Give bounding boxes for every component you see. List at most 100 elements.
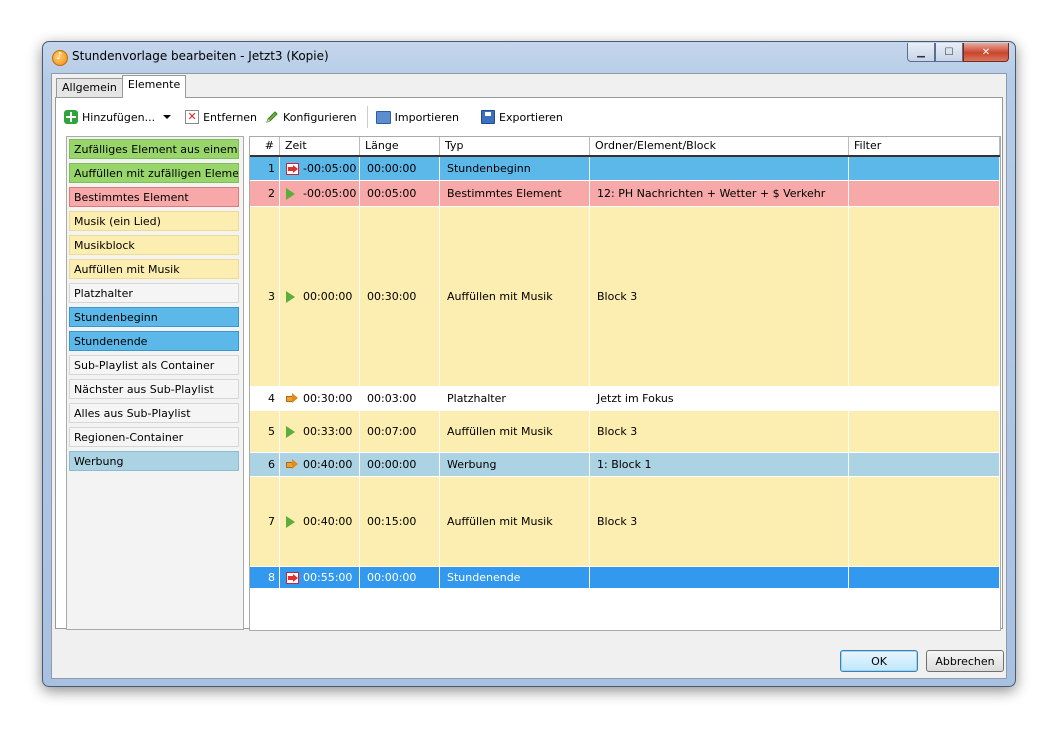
remove-icon: ✕ bbox=[185, 110, 200, 124]
table-row[interactable]: 7 00:40:00 00:15:00 Auffüllen mit Musik Bloc… bbox=[250, 477, 1000, 567]
export-button[interactable]: Exportieren bbox=[481, 107, 563, 127]
palette-item[interactable]: Nächster aus Sub-Playlist bbox=[69, 379, 239, 399]
cell-laenge: 00:03:00 bbox=[360, 387, 440, 410]
palette-item[interactable]: Auffüllen mit Musik bbox=[69, 259, 239, 279]
table-row[interactable]: 6 00:40:00 00:00:00 Werbung 1: Block 1 bbox=[250, 453, 1000, 477]
cell-laenge: 00:07:00 bbox=[360, 411, 440, 452]
cell-num: 3 bbox=[250, 207, 280, 386]
column-header[interactable]: Typ bbox=[440, 137, 590, 155]
palette-item[interactable]: Stundenbeginn bbox=[69, 307, 239, 327]
cell-ordner: Block 3 bbox=[590, 207, 849, 386]
caption-buttons: ▁ ☐ ✕ bbox=[907, 43, 1009, 63]
palette-item[interactable]: Bestimmtes Element bbox=[69, 187, 239, 207]
cell-filter bbox=[849, 477, 1000, 566]
toolbar: Hinzufügen... ✕ Entfernen Konfigurieren bbox=[64, 106, 571, 128]
cell-laenge: 00:00:00 bbox=[360, 453, 440, 476]
remove-label: Entfernen bbox=[203, 110, 258, 124]
tab-elemente[interactable]: Elemente bbox=[121, 75, 187, 98]
cell-zeit-text: 00:00:00 bbox=[303, 290, 353, 303]
play-green-icon bbox=[286, 425, 298, 438]
cell-laenge: 00:00:00 bbox=[360, 567, 440, 588]
cell-filter bbox=[849, 181, 1000, 206]
palette-item[interactable]: Zufälliges Element aus einem be... bbox=[69, 139, 239, 159]
cell-filter bbox=[849, 387, 1000, 410]
cell-laenge: 00:00:00 bbox=[360, 157, 440, 180]
cell-zeit: 00:40:00 bbox=[280, 453, 360, 476]
table-row[interactable]: 1 -00:05:00 00:00:00 Stundenbeginn bbox=[250, 157, 1000, 181]
table-row[interactable]: 8 00:55:00 00:00:00 Stundenende bbox=[250, 567, 1000, 589]
palette-item[interactable]: Musikblock bbox=[69, 235, 239, 255]
column-header[interactable]: Ordner/Element/Block bbox=[590, 137, 849, 155]
chevron-down-icon[interactable] bbox=[163, 115, 172, 119]
cell-num-text: 1 bbox=[268, 162, 275, 175]
cell-typ-text: Auffüllen mit Musik bbox=[447, 290, 553, 303]
palette-item[interactable]: Alles aus Sub-Playlist bbox=[69, 403, 239, 423]
import-button[interactable]: Importieren bbox=[375, 107, 459, 127]
cell-num-text: 4 bbox=[268, 392, 275, 405]
cell-zeit-text: -00:05:00 bbox=[303, 162, 357, 175]
column-header[interactable]: Filter bbox=[849, 137, 1000, 155]
table-row[interactable]: 3 00:00:00 00:30:00 Auffüllen mit Musik Bloc… bbox=[250, 207, 1000, 387]
cell-typ-text: Werbung bbox=[447, 458, 497, 471]
cell-ordner-text: Block 3 bbox=[597, 515, 638, 528]
add-icon bbox=[64, 110, 78, 124]
palette-item[interactable]: Werbung bbox=[69, 451, 239, 471]
arrow-orange-icon bbox=[286, 392, 298, 405]
cell-num: 7 bbox=[250, 477, 280, 566]
cell-typ: Auffüllen mit Musik bbox=[440, 411, 590, 452]
cell-laenge-text: 00:03:00 bbox=[367, 392, 417, 405]
table-row[interactable]: 4 00:30:00 00:03:00 Platzhalter Jetzt im Fok… bbox=[250, 387, 1000, 411]
cell-ordner-text: 1: Block 1 bbox=[597, 458, 652, 471]
app-icon: ♪ bbox=[52, 50, 68, 66]
cell-zeit-text: 00:55:00 bbox=[303, 571, 353, 584]
cell-zeit-text: 00:40:00 bbox=[303, 458, 353, 471]
cell-typ: Auffüllen mit Musik bbox=[440, 207, 590, 386]
dialog-window: ♪ Stundenvorlage bearbeiten - Jetzt3 (Ko… bbox=[42, 41, 1016, 687]
ok-button[interactable]: OK bbox=[840, 650, 918, 672]
configure-button[interactable]: Konfigurieren bbox=[265, 107, 357, 127]
cancel-button[interactable]: Abbrechen bbox=[926, 650, 1004, 672]
table-row[interactable]: 2 -00:05:00 00:05:00 Bestimmtes Element 12: … bbox=[250, 181, 1000, 207]
maximize-button[interactable]: ☐ bbox=[935, 43, 963, 62]
palette-item[interactable]: Sub-Playlist als Container bbox=[69, 355, 239, 375]
palette-item[interactable]: Auffüllen mit zufälligen Elementen bbox=[69, 163, 239, 183]
palette-item[interactable]: Stundenende bbox=[69, 331, 239, 351]
column-header[interactable]: Länge bbox=[360, 137, 440, 155]
cell-ordner: Block 3 bbox=[590, 477, 849, 566]
palette-item[interactable]: Platzhalter bbox=[69, 283, 239, 303]
cell-typ-text: Stundenbeginn bbox=[447, 162, 531, 175]
close-button[interactable]: ✕ bbox=[963, 43, 1009, 62]
remove-button[interactable]: ✕ Entfernen bbox=[185, 107, 257, 127]
pencil-icon bbox=[266, 111, 278, 123]
cell-zeit: 00:40:00 bbox=[280, 477, 360, 566]
cell-num: 1 bbox=[250, 157, 280, 180]
minimize-button[interactable]: ▁ bbox=[907, 43, 935, 62]
cell-ordner: Block 3 bbox=[590, 411, 849, 452]
hour-start-icon bbox=[286, 162, 299, 175]
cell-filter bbox=[849, 411, 1000, 452]
cell-zeit-text: 00:30:00 bbox=[303, 392, 353, 405]
cell-laenge-text: 00:30:00 bbox=[367, 290, 417, 303]
dialog-client: Allgemein Elemente Hinzufügen... ✕ Entfe… bbox=[51, 73, 1007, 679]
cell-laenge-text: 00:00:00 bbox=[367, 458, 417, 471]
table-row[interactable]: 5 00:33:00 00:07:00 Auffüllen mit Musik Bloc… bbox=[250, 411, 1000, 453]
cell-ordner-text: 12: PH Nachrichten + Wetter + $ Verkehr bbox=[597, 187, 826, 200]
cell-num: 8 bbox=[250, 567, 280, 588]
cell-filter bbox=[849, 157, 1000, 180]
cell-ordner-text: Jetzt im Fokus bbox=[597, 392, 674, 405]
add-button[interactable]: Hinzufügen... bbox=[64, 107, 177, 127]
palette-item[interactable]: Musik (ein Lied) bbox=[69, 211, 239, 231]
cell-filter bbox=[849, 453, 1000, 476]
tab-allgemein[interactable]: Allgemein bbox=[56, 78, 123, 98]
title-bar[interactable]: ♪ Stundenvorlage bearbeiten - Jetzt3 (Ko… bbox=[43, 42, 1015, 72]
cell-zeit: -00:05:00 bbox=[280, 181, 360, 206]
cell-num: 2 bbox=[250, 181, 280, 206]
cell-zeit-text: 00:40:00 bbox=[303, 515, 353, 528]
column-header[interactable]: Zeit bbox=[280, 137, 360, 155]
cell-zeit: 00:55:00 bbox=[280, 567, 360, 588]
cell-laenge-text: 00:15:00 bbox=[367, 515, 417, 528]
cell-num-text: 3 bbox=[268, 290, 275, 303]
column-header[interactable]: # bbox=[250, 137, 280, 155]
cell-typ: Stundenende bbox=[440, 567, 590, 588]
palette-item[interactable]: Regionen-Container bbox=[69, 427, 239, 447]
